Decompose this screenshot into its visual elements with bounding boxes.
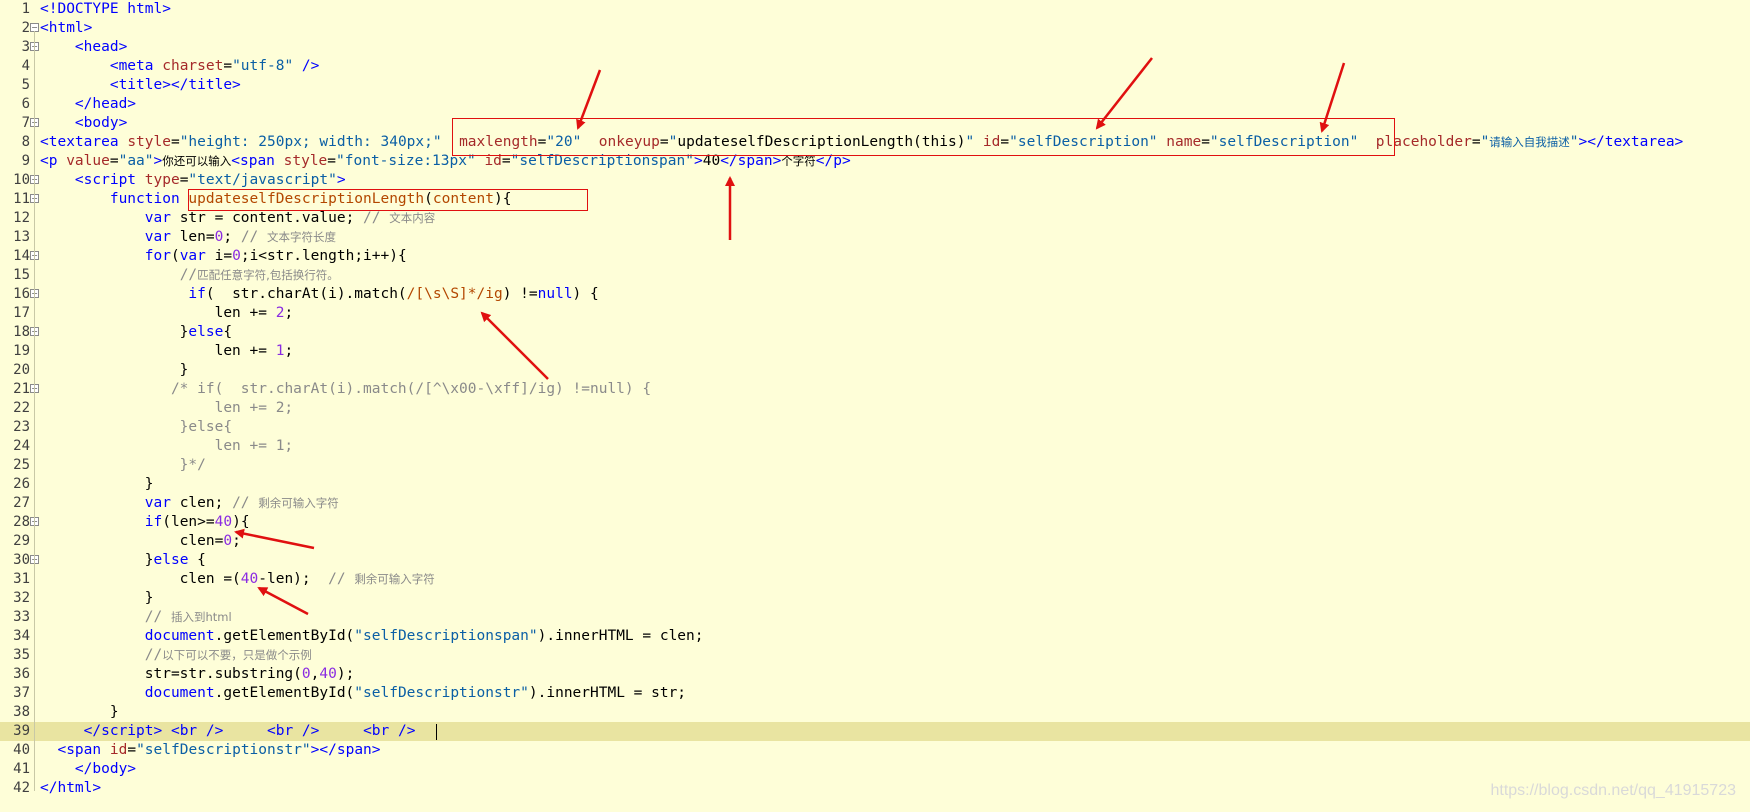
arrow-id [1095, 57, 1153, 130]
watermark: https://blog.csdn.net/qq_41915723 [1490, 782, 1736, 799]
arrow-len-40 [234, 528, 315, 550]
arrow-clen-40 [257, 586, 309, 616]
arrow-regex-pattern [480, 311, 549, 380]
arrow-name [1319, 62, 1346, 133]
arrow-maxlength [576, 69, 602, 130]
annotation-arrows [234, 57, 1346, 616]
